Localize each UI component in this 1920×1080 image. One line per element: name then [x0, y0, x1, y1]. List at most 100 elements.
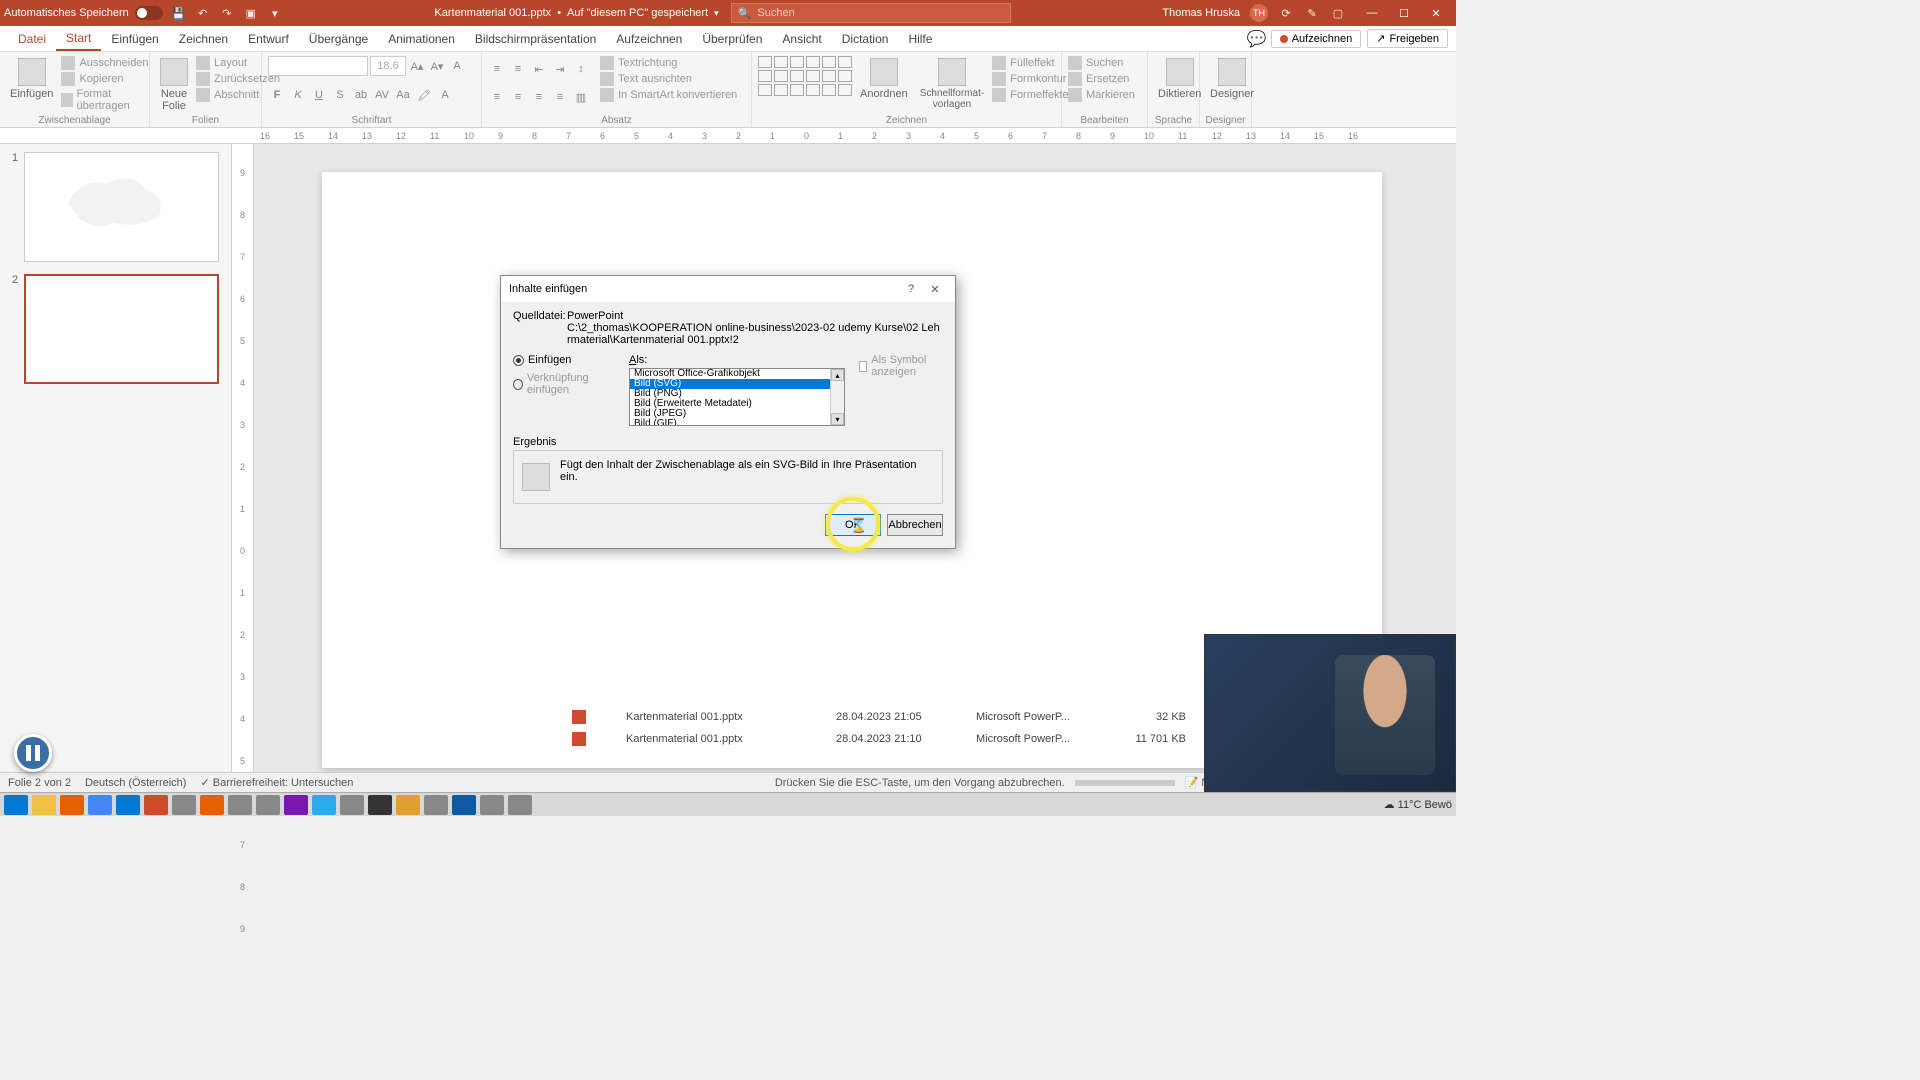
indent-dec-button[interactable]: ⇤: [530, 60, 548, 78]
replace-button[interactable]: Ersetzen: [1068, 72, 1135, 86]
undo-icon[interactable]: ↶: [195, 5, 211, 21]
tab-file[interactable]: Datei: [8, 26, 56, 51]
shrink-font-icon[interactable]: A▾: [428, 57, 446, 75]
close-icon[interactable]: ✕: [923, 279, 947, 299]
weather-widget[interactable]: ☁ 11°C Bewö: [1384, 798, 1452, 811]
paste-button[interactable]: Einfügen: [6, 56, 57, 102]
app-icon[interactable]: [172, 795, 196, 815]
save-icon[interactable]: 💾: [171, 5, 187, 21]
accessibility-check[interactable]: ✓ Barrierefreiheit: Untersuchen: [200, 776, 353, 789]
onenote-icon[interactable]: [284, 795, 308, 815]
tab-help[interactable]: Hilfe: [898, 26, 942, 51]
explorer-icon[interactable]: [32, 795, 56, 815]
bullets-button[interactable]: ≡: [488, 60, 506, 78]
present-icon[interactable]: ▣: [243, 5, 259, 21]
tab-slideshow[interactable]: Bildschirmpräsentation: [465, 26, 606, 51]
tab-design[interactable]: Entwurf: [238, 26, 299, 51]
align-left-button[interactable]: ≡: [488, 88, 506, 106]
text-direction-button[interactable]: Textrichtung: [600, 56, 737, 70]
outlook-icon[interactable]: [116, 795, 140, 815]
list-item[interactable]: Bild (GIF): [630, 419, 844, 426]
sync-icon[interactable]: ⟳: [1278, 5, 1294, 21]
bold-button[interactable]: F: [268, 86, 286, 104]
smartart-button[interactable]: In SmartArt konvertieren: [600, 88, 737, 102]
autosave-toggle[interactable]: Automatisches Speichern: [4, 6, 163, 20]
app-icon[interactable]: [424, 795, 448, 815]
filename[interactable]: Kartenmaterial 001.pptx • Auf "diesem PC…: [434, 7, 718, 19]
obs-icon[interactable]: [368, 795, 392, 815]
tab-record[interactable]: Aufzeichnen: [606, 26, 692, 51]
firefox-icon[interactable]: [60, 795, 84, 815]
tab-insert[interactable]: Einfügen: [101, 26, 168, 51]
app-icon[interactable]: [480, 795, 504, 815]
file-row[interactable]: Kartenmaterial 001.pptx 28.04.2023 21:05…: [572, 706, 1186, 728]
font-color-button[interactable]: A: [436, 86, 454, 104]
app-icon[interactable]: [396, 795, 420, 815]
comments-icon[interactable]: 💬: [1249, 31, 1265, 47]
tab-view[interactable]: Ansicht: [772, 26, 831, 51]
clear-format-icon[interactable]: A: [448, 57, 466, 75]
shapes-gallery[interactable]: [758, 56, 852, 96]
arrange-button[interactable]: Anordnen: [856, 56, 912, 102]
tab-start[interactable]: Start: [56, 26, 101, 51]
telegram-icon[interactable]: [312, 795, 336, 815]
toggle-switch[interactable]: [135, 6, 163, 20]
app-icon[interactable]: [340, 795, 364, 815]
scroll-down-icon[interactable]: ▾: [831, 413, 844, 425]
app-icon[interactable]: [228, 795, 252, 815]
vlc-icon[interactable]: [200, 795, 224, 815]
shape-fill-button[interactable]: Fülleffekt: [992, 56, 1069, 70]
more-icon[interactable]: ▾: [267, 5, 283, 21]
record-button[interactable]: Aufzeichnen: [1271, 30, 1362, 48]
find-button[interactable]: Suchen: [1068, 56, 1135, 70]
edge-icon[interactable]: [452, 795, 476, 815]
format-listbox[interactable]: Microsoft Office-Grafikobjekt Bild (SVG)…: [629, 368, 845, 426]
align-text-button[interactable]: Text ausrichten: [600, 72, 737, 86]
language-indicator[interactable]: Deutsch (Österreich): [85, 777, 186, 789]
draw-icon[interactable]: ✎: [1304, 5, 1320, 21]
tab-review[interactable]: Überprüfen: [692, 26, 772, 51]
shape-outline-button[interactable]: Formkontur: [992, 72, 1069, 86]
new-slide-button[interactable]: Neue Folie: [156, 56, 192, 114]
cut-button[interactable]: Ausschneiden: [61, 56, 148, 70]
tab-dictation[interactable]: Dictation: [832, 26, 899, 51]
line-spacing-button[interactable]: ↕: [572, 60, 590, 78]
scroll-up-icon[interactable]: ▴: [831, 369, 844, 381]
redo-icon[interactable]: ↷: [219, 5, 235, 21]
share-button[interactable]: ↗Freigeben: [1367, 29, 1448, 48]
italic-button[interactable]: K: [289, 86, 307, 104]
strike-button[interactable]: S: [331, 86, 349, 104]
user-name[interactable]: Thomas Hruska: [1162, 7, 1240, 19]
copy-button[interactable]: Kopieren: [61, 72, 148, 86]
case-button[interactable]: Aa: [394, 86, 412, 104]
pause-recording-button[interactable]: [14, 734, 52, 772]
justify-button[interactable]: ≡: [551, 88, 569, 106]
minimize-button[interactable]: —: [1356, 0, 1388, 26]
help-button[interactable]: ?: [899, 279, 923, 299]
shadow-button[interactable]: ab: [352, 86, 370, 104]
spacing-button[interactable]: AV: [373, 86, 391, 104]
app-icon[interactable]: [508, 795, 532, 815]
dictate-button[interactable]: Diktieren: [1154, 56, 1205, 102]
radio-paste[interactable]: Einfügen: [513, 354, 621, 366]
columns-button[interactable]: ▥: [572, 88, 590, 106]
tab-draw[interactable]: Zeichnen: [169, 26, 238, 51]
tab-animations[interactable]: Animationen: [378, 26, 465, 51]
powerpoint-icon[interactable]: [144, 795, 168, 815]
align-right-button[interactable]: ≡: [530, 88, 548, 106]
file-row[interactable]: Kartenmaterial 001.pptx 28.04.2023 21:10…: [572, 728, 1186, 750]
quick-styles-button[interactable]: Schnellformat- vorlagen: [916, 56, 988, 112]
highlight-button[interactable]: 🖍: [415, 86, 433, 104]
select-button[interactable]: Markieren: [1068, 88, 1135, 102]
slide-counter[interactable]: Folie 2 von 2: [8, 777, 71, 789]
chrome-icon[interactable]: [88, 795, 112, 815]
underline-button[interactable]: U: [310, 86, 328, 104]
font-size-input[interactable]: [370, 56, 406, 76]
app-icon[interactable]: [256, 795, 280, 815]
user-avatar[interactable]: TH: [1250, 4, 1268, 22]
scrollbar[interactable]: ▴ ▾: [830, 369, 844, 425]
maximize-button[interactable]: ☐: [1388, 0, 1420, 26]
shape-effects-button[interactable]: Formeffekte: [992, 88, 1069, 102]
start-button[interactable]: [4, 795, 28, 815]
align-center-button[interactable]: ≡: [509, 88, 527, 106]
